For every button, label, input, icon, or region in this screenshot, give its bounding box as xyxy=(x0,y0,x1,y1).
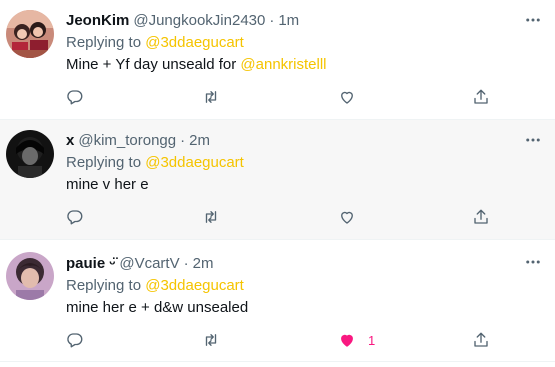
reply-icon xyxy=(67,333,83,348)
replying-to-link[interactable]: @3ddaegucart xyxy=(145,34,244,51)
share-button[interactable] xyxy=(472,330,490,350)
tweet-reply[interactable]: pauie ᵕ̈ @VcartV · 2m Replying to @3ddae… xyxy=(0,240,555,362)
reply-icon xyxy=(67,90,83,105)
avatar[interactable] xyxy=(6,130,54,178)
display-name[interactable]: pauie xyxy=(66,254,105,274)
name-emoji: ᵕ̈ xyxy=(109,255,116,272)
share-icon xyxy=(474,209,488,224)
action-bar xyxy=(66,207,496,227)
mention-link[interactable]: @annkristelll xyxy=(240,56,326,73)
user-handle[interactable]: @JungkookJin2430 xyxy=(133,11,265,31)
timestamp[interactable]: 1m xyxy=(278,11,299,31)
retweet-button[interactable] xyxy=(202,207,220,227)
more-icon[interactable] xyxy=(523,130,543,150)
avatar[interactable] xyxy=(6,252,54,300)
display-name[interactable]: JeonKim xyxy=(66,11,129,31)
separator-dot: · xyxy=(269,12,275,29)
tweet-text: Mine + Yf day unseald for @annkristelll xyxy=(66,55,515,75)
replying-to-link[interactable]: @3ddaegucart xyxy=(145,277,244,294)
like-button[interactable]: 1 xyxy=(338,330,375,350)
reply-button[interactable] xyxy=(66,330,84,350)
tweet-text-body: mine v her e xyxy=(66,176,149,193)
separator-dot: · xyxy=(180,132,186,149)
retweet-icon xyxy=(205,211,217,223)
retweet-button[interactable] xyxy=(202,330,220,350)
like-button[interactable] xyxy=(338,87,356,107)
replying-to: Replying to @3ddaegucart xyxy=(66,153,515,173)
more-icon[interactable] xyxy=(523,10,543,30)
tweet-text-body: Mine + Yf day unseald for xyxy=(66,56,241,73)
replying-label: Replying to xyxy=(66,277,146,294)
tweet-text: mine v her e xyxy=(66,175,515,195)
more-icon[interactable] xyxy=(523,252,543,272)
reply-button[interactable] xyxy=(66,207,84,227)
tweet-text: mine her e + d&w unsealed xyxy=(66,298,515,318)
replying-to: Replying to @3ddaegucart xyxy=(66,276,515,296)
action-bar xyxy=(66,87,496,107)
separator-dot: · xyxy=(183,255,189,272)
share-button[interactable] xyxy=(472,87,490,107)
retweet-button[interactable] xyxy=(202,87,220,107)
user-handle[interactable]: @kim_torongg xyxy=(78,131,176,151)
share-button[interactable] xyxy=(472,207,490,227)
tweet-reply[interactable]: x @kim_torongg · 2m Replying to @3ddaegu… xyxy=(0,120,555,240)
replying-label: Replying to xyxy=(66,154,146,171)
share-icon xyxy=(474,89,488,104)
share-icon xyxy=(474,332,488,347)
like-button[interactable] xyxy=(338,207,356,227)
retweet-icon xyxy=(205,334,217,346)
display-name[interactable]: x xyxy=(66,131,74,151)
action-bar: 1 xyxy=(66,330,496,350)
heart-icon xyxy=(341,211,353,224)
reply-icon xyxy=(67,210,83,225)
reply-button[interactable] xyxy=(66,87,84,107)
replying-to-link[interactable]: @3ddaegucart xyxy=(145,154,244,171)
timestamp[interactable]: 2m xyxy=(189,131,210,151)
replying-to: Replying to @3ddaegucart xyxy=(66,33,515,53)
heart-icon xyxy=(341,91,353,104)
tweet-text-body: mine her e + d&w unsealed xyxy=(66,299,249,316)
user-handle[interactable]: @VcartV xyxy=(119,254,179,274)
avatar[interactable] xyxy=(6,10,54,58)
heart-filled-icon xyxy=(341,334,353,347)
retweet-icon xyxy=(205,91,217,103)
like-count: 1 xyxy=(368,332,376,348)
tweet-reply[interactable]: JeonKim @JungkookJin2430 · 1m Replying t… xyxy=(0,0,555,120)
timestamp[interactable]: 2m xyxy=(193,254,214,274)
replying-label: Replying to xyxy=(66,34,146,51)
